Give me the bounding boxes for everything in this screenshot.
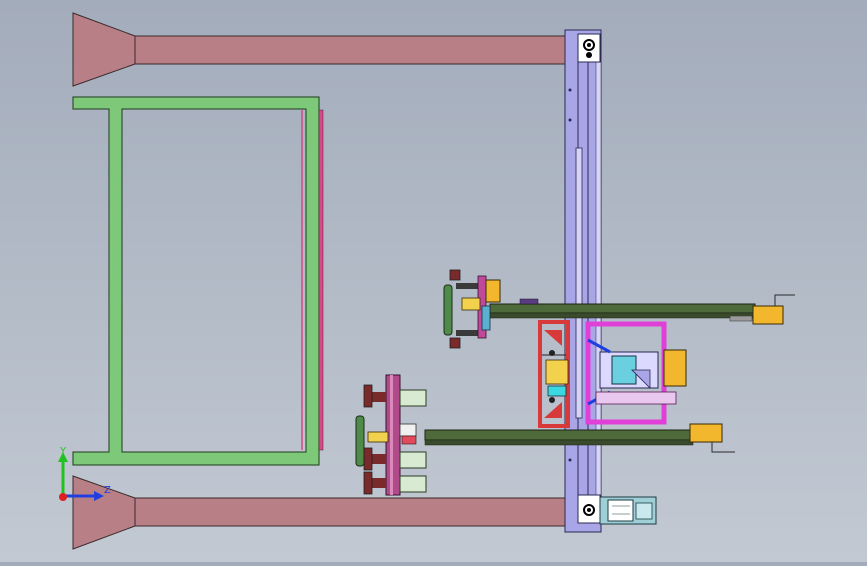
axis-z-label: Z (104, 485, 111, 496)
upper-arm (489, 294, 795, 325)
axis-origin-icon (59, 493, 67, 501)
drive-motor (599, 496, 657, 525)
central-carriage (538, 320, 687, 428)
bottom-beam (72, 475, 566, 550)
lower-gripper (355, 374, 427, 496)
top-beam-body (134, 35, 566, 65)
rail-body (564, 29, 602, 533)
frame-magenta-edge (318, 109, 324, 451)
cad-viewport[interactable]: Y Z (0, 0, 867, 562)
green-frame (72, 96, 324, 466)
bottom-beam-body (134, 497, 566, 527)
vertical-rail (564, 29, 602, 533)
top-beam (72, 12, 566, 87)
top-beam-flare (72, 12, 136, 87)
axis-y-label: Y (59, 446, 67, 457)
green-frame-outline (72, 96, 320, 466)
